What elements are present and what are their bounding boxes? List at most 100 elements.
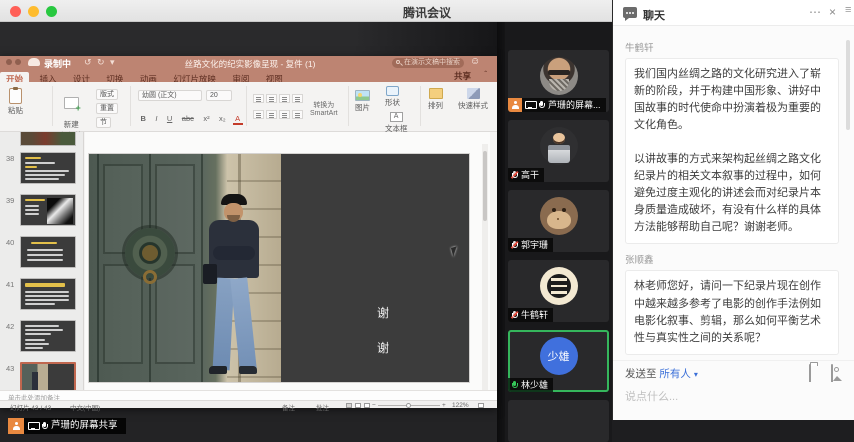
send-to-selector[interactable]: 发送至 所有人 ▾ [625, 366, 698, 381]
slide-number: 43 [6, 364, 14, 373]
participant-label: 林少雄 [508, 378, 553, 392]
ribbon-toolbar: 粘贴 新建 幻灯片 版式 重置 节 幼圆 (正文) 20 B I U abc x… [0, 82, 497, 132]
cloud-sync-icon[interactable] [28, 58, 40, 66]
participant-tile-guoyushan[interactable]: 郭宇珊 [508, 190, 609, 252]
feedback-smiley-icon[interactable]: ☺ [470, 56, 480, 67]
chat-scrollbar[interactable] [846, 40, 850, 130]
slide-text-xie-2: 谢 [377, 339, 389, 356]
folder-icon [809, 364, 811, 383]
fit-slide-button[interactable] [478, 403, 484, 408]
section-button[interactable]: 节 [96, 117, 111, 128]
shapes-icon [386, 86, 399, 96]
presentation-search-input[interactable]: 在演示文稿中搜索 [392, 58, 464, 68]
man-bag [203, 264, 217, 284]
ribbon-collapse-icon[interactable]: ˆ [484, 70, 487, 79]
slide-sorter-view-button[interactable] [355, 403, 361, 408]
align-right-button[interactable] [279, 94, 290, 103]
send-to-caret-icon: ▾ [694, 370, 698, 379]
font-size-select[interactable]: 20 [206, 90, 232, 101]
presenter-badge [8, 418, 24, 434]
chat-close-icon[interactable]: × [829, 5, 836, 19]
insert-shape-button[interactable]: 形状 [385, 86, 400, 108]
superscript-button[interactable]: x² [201, 114, 212, 123]
slide-thumbnail-43-selected[interactable] [20, 362, 76, 390]
participant-tile-niuhexuan[interactable]: 牛鹤轩 [508, 260, 609, 322]
panel-menu-icon[interactable]: ≡ [845, 4, 851, 16]
slide-43[interactable]: 谢 谢 [89, 154, 469, 382]
slide-thumbnail-38[interactable] [20, 152, 76, 184]
redo-icon[interactable]: ↻ [97, 57, 105, 68]
paste-button[interactable]: 粘贴 [8, 88, 23, 116]
wps-status-bar: 幻灯片 43 / 43 中文(中国) 备注 批注 − + 122% [0, 400, 497, 408]
columns-button[interactable] [292, 110, 303, 119]
layout-button[interactable]: 版式 [96, 89, 118, 100]
toolbar-dropdown-icon[interactable]: ▾ [110, 57, 115, 68]
participant-label: 郭宇珊 [508, 238, 553, 252]
slide-thumbnail-39[interactable] [20, 194, 76, 226]
quick-style-button[interactable]: 快速样式 [458, 88, 488, 111]
align-justify-button[interactable] [292, 94, 303, 103]
wps-minimize-dot[interactable] [15, 59, 21, 65]
smartart-button[interactable]: 转换为 SmartArt [310, 100, 338, 117]
mic-icon [538, 101, 545, 110]
slideshow-view-button[interactable] [364, 403, 370, 408]
strikethrough-button[interactable]: abc [179, 114, 196, 123]
font-name-select[interactable]: 幼圆 (正文) [138, 90, 202, 101]
wps-share-button[interactable]: 共享 [454, 70, 471, 82]
slide-thumbnail-41[interactable] [20, 278, 76, 310]
chat-message-list[interactable]: 牛鹤轩 我们国内丝绸之路的文化研究进入了崭新的阶段，并于构建中国形象、讲好中国故… [613, 26, 854, 360]
zoom-slider-knob[interactable] [406, 403, 411, 408]
line-spacing-button[interactable] [279, 110, 290, 119]
slide-photo-man-by-door [89, 154, 281, 382]
man-right-shoe [239, 366, 257, 374]
chat-more-icon[interactable]: ⋯ [809, 5, 821, 19]
zoom-in-button[interactable]: + [442, 402, 446, 409]
chat-input[interactable]: 说点什么... [613, 382, 854, 420]
indent-decrease-button[interactable] [253, 110, 264, 119]
insert-textbox-button[interactable]: 文本框 [385, 112, 408, 134]
muted-mic-icon [511, 171, 518, 180]
canvas-scrollbar-thumb[interactable] [483, 151, 487, 221]
notes-toggle[interactable]: 备注 [282, 402, 295, 412]
avatar-linshaoxiong: 少雄 [540, 337, 578, 375]
participant-tile-linshaoxiong-speaking[interactable]: 少雄 林少雄 [508, 330, 609, 392]
muted-mic-icon [511, 311, 518, 320]
slide-thumbnail-42[interactable] [20, 320, 76, 352]
slide-thumbnail-40[interactable] [20, 236, 76, 268]
zoom-out-button[interactable]: − [372, 402, 376, 409]
undo-icon[interactable]: ↺ [84, 57, 92, 68]
comments-toggle[interactable]: 批注 [316, 402, 329, 412]
participant-label: 高干 [508, 168, 544, 182]
wps-titlebar: 录制中 ↺ ↻ ▾ 丝路文化的纪实影像呈现 - 复件 (1) 在演示文稿中搜索 … [0, 56, 497, 69]
reset-button[interactable]: 重置 [96, 103, 118, 114]
bold-button[interactable]: B [138, 114, 148, 123]
send-file-button[interactable] [809, 365, 811, 383]
insert-picture-button[interactable]: 图片 [355, 90, 370, 113]
slide-number: 38 [6, 154, 14, 163]
arrange-button[interactable]: 排列 [428, 88, 443, 111]
language-status[interactable]: 中文(中国) [70, 402, 100, 412]
slide-thumbnail-37-partial[interactable] [20, 132, 76, 146]
indent-increase-button[interactable] [266, 110, 277, 119]
subscript-button[interactable]: x₂ [217, 114, 229, 123]
notes-placeholder[interactable]: 单击此处添加备注 [0, 390, 497, 400]
slide-editing-canvas[interactable]: 谢 谢 [85, 132, 490, 390]
underline-button[interactable]: U [164, 114, 174, 123]
participant-tile-lushan[interactable]: 芦珊的屏幕... [508, 50, 609, 112]
font-color-button[interactable]: A [233, 114, 243, 125]
wps-close-dot[interactable] [6, 59, 12, 65]
normal-view-button[interactable] [346, 403, 352, 408]
chat-message-bubble: 林老师您好，请问一下纪录片现在创作中越来越多参考了电影的创作手法例如电影化叙事、… [625, 270, 839, 354]
avatar-gaogan-laptop-emoji [540, 127, 578, 165]
align-center-button[interactable] [266, 94, 277, 103]
picture-icon [355, 90, 370, 101]
participant-tile-partial[interactable] [508, 400, 609, 442]
image-icon [831, 364, 833, 383]
send-image-button[interactable] [831, 365, 833, 383]
participant-tile-gaogan[interactable]: 高干 [508, 120, 609, 182]
paragraph-indent-group [253, 106, 305, 124]
italic-button[interactable]: I [153, 114, 160, 123]
zoom-percent[interactable]: 122% [452, 402, 469, 409]
align-left-button[interactable] [253, 94, 264, 103]
textbox-icon [390, 112, 403, 122]
